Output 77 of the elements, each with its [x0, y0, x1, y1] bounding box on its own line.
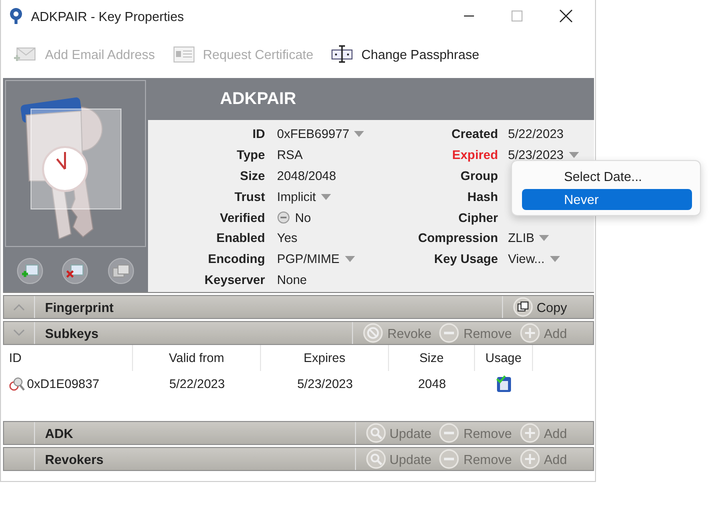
key-name-header: ADKPAIR — [148, 78, 594, 120]
dropdown-arrow-icon[interactable] — [344, 256, 355, 262]
maximize-icon[interactable] — [511, 10, 523, 22]
window-title: ADKPAIR - Key Properties — [31, 8, 184, 24]
dropdown-arrow-icon[interactable] — [354, 131, 364, 138]
property-label: Expired — [451, 148, 499, 162]
add-image-icon — [20, 264, 39, 278]
property-value: 2048/2048 — [277, 168, 336, 183]
image-button[interactable] — [16, 258, 43, 284]
property-label: Key Usage — [433, 252, 499, 266]
property-label: Hash — [466, 190, 499, 204]
property-label: Keyserver — [204, 272, 266, 287]
property-value: None — [277, 272, 307, 287]
column-header[interactable]: Usage — [475, 345, 533, 371]
section-title: Revokers — [44, 452, 104, 466]
section-title: ADK — [44, 426, 74, 440]
action-icon — [439, 449, 460, 469]
table-cell-text: 5/23/2023 — [296, 377, 354, 391]
table-cell: 0xD1E09837 — [27, 377, 100, 391]
dropdown-arrow-icon[interactable] — [320, 194, 331, 200]
toolbar-button[interactable]: Change Passphrase — [329, 43, 482, 65]
dropdown-arrow-icon[interactable] — [550, 256, 560, 262]
property-label: Encoding — [207, 252, 266, 266]
image-button[interactable] — [108, 258, 134, 284]
table-cell-text: 2048 — [417, 377, 447, 391]
column-header[interactable]: Valid from — [133, 345, 261, 371]
chevron-icon[interactable] — [13, 329, 25, 337]
action-icon — [512, 297, 533, 317]
column-header[interactable]: Size — [389, 345, 475, 371]
property-value: Implicit — [277, 190, 316, 204]
dropdown-arrow-icon[interactable] — [539, 235, 550, 242]
property-value: PGP/MIME — [277, 252, 340, 266]
property-value: Yes — [277, 231, 298, 246]
delete-image-icon — [66, 264, 84, 278]
chevron-icon[interactable] — [13, 303, 25, 311]
action-icon — [363, 323, 384, 343]
property-label: Type — [236, 148, 266, 162]
envelope-icon — [13, 46, 37, 62]
action-icon — [520, 449, 540, 469]
property-value: ZLIB — [508, 231, 534, 246]
close-icon[interactable] — [559, 9, 573, 23]
property-label: Enabled — [215, 231, 266, 246]
action-icon — [439, 423, 460, 443]
property-value: 5/23/2023 — [508, 148, 564, 162]
property-label: Size — [238, 168, 266, 183]
property-value: 0xFEB69977 — [277, 127, 350, 142]
image-button[interactable] — [62, 258, 88, 284]
property-label: Compression — [417, 231, 499, 246]
action-icon — [366, 423, 386, 443]
section-title: Subkeys — [44, 326, 98, 340]
property-label: Trust — [233, 190, 266, 204]
property-label: Cipher — [457, 210, 499, 225]
action-icon — [520, 423, 540, 443]
table-cell-text: 5/22/2023 — [168, 377, 226, 391]
usage-icon — [496, 375, 512, 393]
column-header[interactable]: ID — [3, 345, 133, 371]
section-title: Fingerprint — [44, 300, 114, 314]
property-label: Verified — [218, 210, 266, 225]
menu-item[interactable]: Select Date... — [522, 166, 692, 187]
certificate-icon — [172, 45, 195, 63]
property-value: No — [295, 210, 311, 225]
action-icon — [439, 323, 460, 343]
section-action-button[interactable]: Copy — [512, 297, 567, 317]
column-header[interactable]: Expires — [261, 345, 389, 371]
menu-item[interactable]: Never — [522, 189, 692, 210]
property-label: Created — [450, 127, 499, 142]
action-icon — [520, 323, 540, 343]
text-cursor-icon — [331, 45, 354, 63]
property-value: 5/22/2023 — [508, 127, 564, 142]
property-label: Group — [460, 168, 499, 183]
property-value: RSA — [277, 148, 303, 162]
dropdown-arrow-icon[interactable] — [568, 152, 579, 158]
minus-circle-icon — [277, 211, 290, 224]
copy-icon — [112, 264, 130, 278]
action-icon — [366, 449, 386, 469]
property-label: ID — [252, 127, 266, 142]
property-value: View... — [508, 252, 545, 266]
